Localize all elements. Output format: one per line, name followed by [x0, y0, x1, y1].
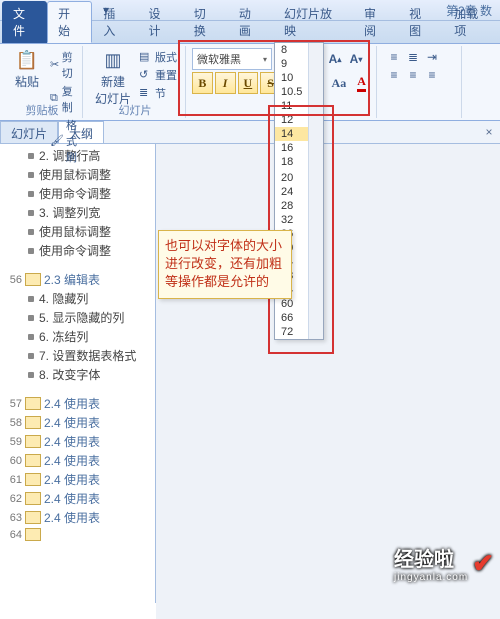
outline-slide-heading[interactable]: 582.4 使用表 [0, 413, 155, 432]
tab-addins[interactable]: 加载项 [443, 1, 500, 43]
outline-bullet-item[interactable]: 3. 调整列宽 [0, 203, 155, 222]
tab-slideshow[interactable]: 幻灯片放映 [273, 1, 353, 43]
group-slides: ▥ 新建 幻灯片 ▤版式 ↺重置 ≣节 幻灯片 [85, 46, 186, 118]
bullet-icon [28, 229, 34, 235]
slide-icon [25, 528, 41, 541]
align-left-button[interactable]: ≡ [385, 66, 403, 84]
brush-icon: 🖌 [50, 134, 64, 148]
outline-bullet-item[interactable]: 使用鼠标调整 [0, 222, 155, 241]
outline-slide-heading[interactable]: 572.4 使用表 [0, 394, 155, 413]
slide-icon [25, 492, 41, 505]
outline-slide-heading[interactable]: 64 [0, 527, 155, 542]
font-name-combo[interactable]: 微软雅黑▾ [192, 48, 272, 70]
bullet-icon [28, 296, 34, 302]
slide-icon [25, 397, 41, 410]
align-center-button[interactable]: ≡ [404, 66, 422, 84]
outline-bullet-item[interactable]: 7. 设置数据表格式 [0, 346, 155, 365]
watermark: 经验啦 jingyanla.com ✔ [394, 543, 494, 583]
reset-icon: ↺ [139, 68, 153, 82]
new-slide-icon: ▥ [105, 50, 122, 71]
bullet-icon [28, 372, 34, 378]
outline-bullet-item[interactable]: 4. 隐藏列 [0, 289, 155, 308]
outline-bullet-item[interactable]: 8. 改变字体 [0, 365, 155, 384]
scissors-icon: ✂ [50, 58, 60, 72]
grow-font-button[interactable]: A▴ [326, 50, 344, 68]
tab-design[interactable]: 设计 [138, 1, 183, 43]
tab-view[interactable]: 视图 [398, 1, 443, 43]
tab-home[interactable]: 开始 [47, 1, 92, 43]
tab-transition[interactable]: 切换 [183, 1, 228, 43]
group-label-slides: 幻灯片 [85, 102, 185, 118]
outline-bullet-item[interactable]: 使用命令调整 [0, 241, 155, 260]
group-paragraph: ≡ ≣ ⇥ ≡ ≡ ≡ [379, 46, 462, 118]
bullet-icon [28, 210, 34, 216]
ribbon-tabs: 文件 开始 插入 设计 切换 动画 幻灯片放映 审阅 视图 加载项 [0, 21, 500, 44]
outline-bullet-item[interactable]: 使用命令调整 [0, 184, 155, 203]
section-button[interactable]: ≣节 [137, 84, 179, 102]
tab-insert[interactable]: 插入 [92, 1, 137, 43]
slide-icon [25, 473, 41, 486]
tab-file[interactable]: 文件 [2, 1, 47, 43]
layout-icon: ▤ [139, 50, 153, 64]
bullet-icon [28, 353, 34, 359]
change-case-button[interactable]: Aa [329, 72, 350, 94]
slide-icon [25, 454, 41, 467]
bullet-icon [28, 315, 34, 321]
outline-slide-heading[interactable]: 632.4 使用表 [0, 508, 155, 527]
outline-bullet-item[interactable]: 使用鼠标调整 [0, 165, 155, 184]
ribbon: 📋 粘贴 ✂剪切 ⧉复制 🖌格式刷 剪贴板 ▥ 新建 幻灯片 ▤版式 ↺重置 ≣… [0, 44, 500, 121]
shrink-font-button[interactable]: A▾ [347, 50, 365, 68]
slide-icon [25, 273, 41, 286]
slide-icon [25, 435, 41, 448]
format-painter-button[interactable]: 🖌格式刷 [48, 116, 79, 166]
paste-icon: 📋 [16, 50, 38, 71]
outline-slide-heading[interactable]: 592.4 使用表 [0, 432, 155, 451]
section-icon: ≣ [139, 86, 153, 100]
bold-button[interactable]: B [192, 72, 213, 94]
outline-slide-heading[interactable]: 612.4 使用表 [0, 470, 155, 489]
italic-button[interactable]: I [215, 72, 236, 94]
indent-button[interactable]: ⇥ [423, 48, 441, 66]
bullet-icon [28, 248, 34, 254]
underline-button[interactable]: U [238, 72, 259, 94]
cut-button[interactable]: ✂剪切 [48, 48, 79, 82]
group-clipboard: 📋 粘贴 ✂剪切 ⧉复制 🖌格式刷 剪贴板 [2, 46, 83, 118]
outline-bullet-item[interactable]: 5. 显示隐藏的列 [0, 308, 155, 327]
slide-icon [25, 511, 41, 524]
outline-panel[interactable]: 2. 调整行高使用鼠标调整使用命令调整3. 调整列宽使用鼠标调整使用命令调整56… [0, 144, 156, 603]
bullet-icon [28, 191, 34, 197]
align-right-button[interactable]: ≡ [423, 66, 441, 84]
bullets-button[interactable]: ≡ [385, 48, 403, 66]
scrollbar[interactable] [308, 43, 323, 339]
outline-slide-heading[interactable]: 622.4 使用表 [0, 489, 155, 508]
outline-bullet-item[interactable]: 6. 冻结列 [0, 327, 155, 346]
bullet-icon [28, 172, 34, 178]
new-slide-button[interactable]: ▥ 新建 幻灯片 [91, 48, 135, 109]
check-icon: ✔ [472, 548, 494, 579]
tab-animation[interactable]: 动画 [228, 1, 273, 43]
layout-button[interactable]: ▤版式 [137, 48, 179, 66]
font-color-button[interactable]: A [351, 72, 372, 94]
outline-slide-heading[interactable]: 562.3 编辑表 [0, 270, 155, 289]
bullet-icon [28, 334, 34, 340]
numbering-button[interactable]: ≣ [404, 48, 422, 66]
tab-review[interactable]: 审阅 [353, 1, 398, 43]
outline-slide-heading[interactable]: 602.4 使用表 [0, 451, 155, 470]
slide-icon [25, 416, 41, 429]
panel-close-button[interactable]: × [478, 121, 500, 143]
hint-callout: 也可以对字体的大小进行改变，还有加粗等操作都是允许的 [158, 230, 292, 299]
reset-button[interactable]: ↺重置 [137, 66, 179, 84]
group-label-clipboard: 剪贴板 [2, 102, 82, 118]
